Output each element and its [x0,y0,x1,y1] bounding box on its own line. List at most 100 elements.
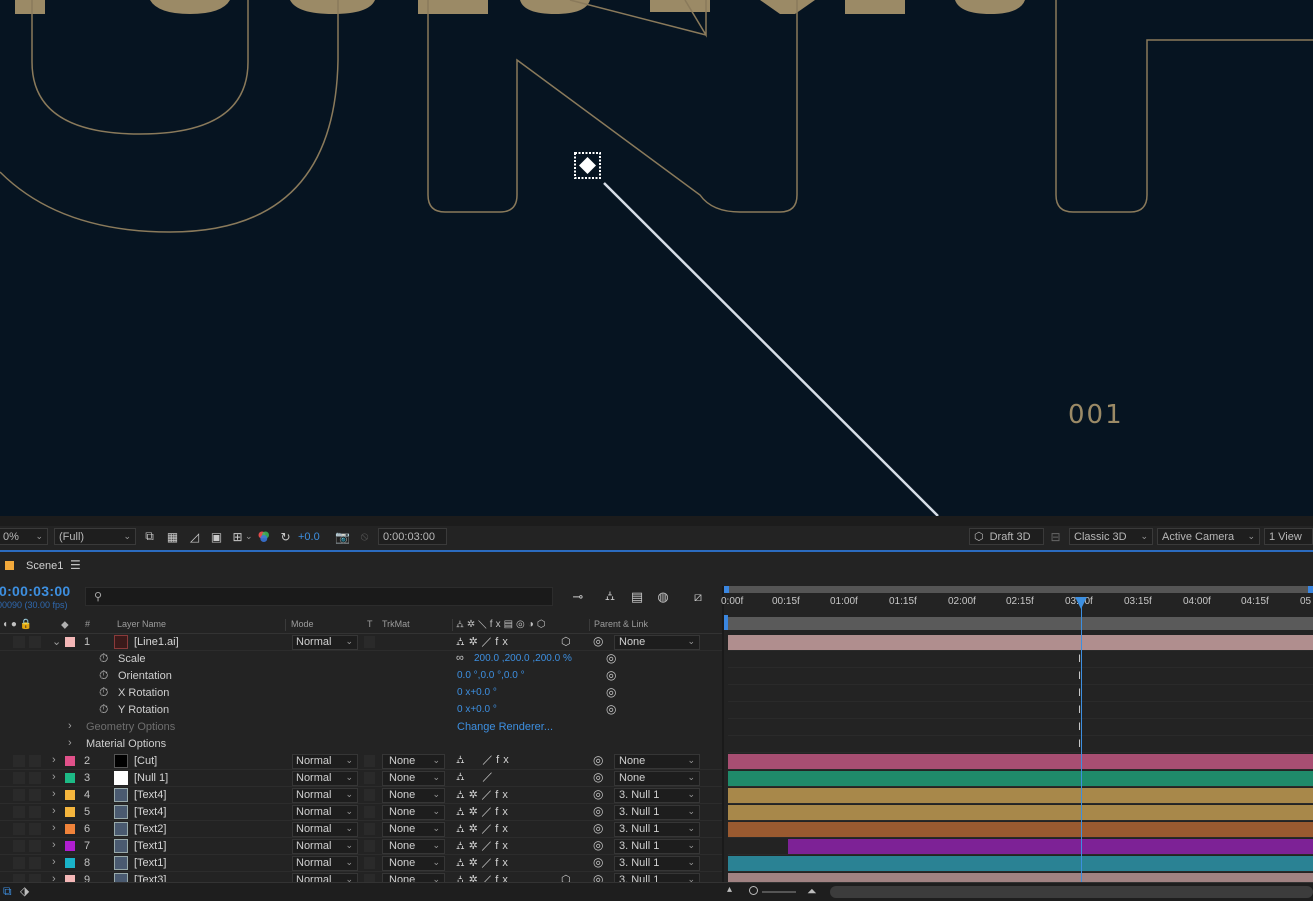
layer-row[interactable]: › 5 [Text4] Normal ⌄ None ⌄ ⛼✲⟋fx ◎ 3. Nul… [0,804,722,821]
trkmat-dropdown[interactable]: None ⌄ [382,873,445,882]
label-color[interactable] [65,841,75,851]
pick-whip-icon[interactable]: ◎ [606,702,616,716]
parent-dropdown[interactable]: None ⌄ [614,771,700,786]
property-value[interactable]: 0 x+0.0 ° [457,704,497,715]
frame-blending-icon[interactable]: ▤ [627,588,647,606]
zoom-in-icon[interactable]: ⏶ [807,884,817,899]
pick-whip-icon[interactable]: ◎ [593,838,603,852]
preserve-transparency-switch[interactable] [364,857,375,869]
chevron-right-icon[interactable]: › [68,737,72,749]
lock-switch[interactable] [29,857,41,869]
label-color[interactable] [65,637,75,647]
layer-search-input[interactable]: ⚲ [85,587,553,606]
layer-duration-bar[interactable] [728,822,1313,837]
parent-dropdown[interactable]: 3. Null 1 ⌄ [614,839,700,854]
layer-name[interactable]: [Line1.ai] [134,636,179,648]
property-value[interactable]: 0.0 °,0.0 °,0.0 ° [457,670,525,681]
time-navigator[interactable] [724,586,1313,593]
layer-switches[interactable]: ⛼✲⟋fx [456,856,512,871]
parent-dropdown[interactable]: 3. Null 1 ⌄ [614,873,700,882]
navigator-start-handle[interactable] [724,586,729,593]
layer-name[interactable]: [Text1] [134,857,166,869]
layer-row[interactable]: › 8 [Text1] Normal ⌄ None ⌄ ⛼✲⟋fx ◎ 3. Nul… [0,855,722,872]
chevron-down-icon[interactable]: ⌄ [245,528,253,545]
pick-whip-icon[interactable]: ◎ [593,753,603,767]
layer-name[interactable]: [Cut] [134,755,157,767]
property-row-orientation[interactable]: ⏱ Orientation 0.0 °,0.0 °,0.0 ° ◎ [0,668,722,685]
trkmat-dropdown[interactable]: None ⌄ [382,754,445,769]
3d-layer-icon[interactable]: ⬡ [561,635,571,648]
layer-switches[interactable]: ⛼ ⟋ [456,771,496,785]
current-time-display[interactable]: 0:00:03:00 [0,583,71,599]
pick-whip-icon[interactable]: ◎ [593,787,603,801]
trkmat-dropdown[interactable]: None ⌄ [382,856,445,871]
layer-duration-bar[interactable] [728,754,1313,769]
property-value[interactable]: 0 x+0.0 ° [457,687,497,698]
layer-row[interactable]: › 6 [Text2] Normal ⌄ None ⌄ ⛼✲⟋fx ◎ 3. Nul… [0,821,722,838]
pick-whip-icon[interactable]: ◎ [593,821,603,835]
trkmat-dropdown[interactable]: None ⌄ [382,839,445,854]
label-tag-icon[interactable]: ⬥ [61,619,69,632]
trkmat-dropdown[interactable]: None ⌄ [382,805,445,820]
layer-row[interactable]: ⌄ 1 [Line1.ai] Normal ⌄ ⛼✲⟋fx ⬡ ◎ None ⌄ [0,634,722,651]
pick-whip-icon[interactable]: ◎ [606,651,616,665]
blend-mode-dropdown[interactable]: Normal ⌄ [292,635,358,650]
layer-name[interactable]: [Text4] [134,789,166,801]
layer-switches[interactable]: ⛼ ⟋fx [456,754,513,768]
solo-switch[interactable] [13,636,25,648]
solo-switch[interactable] [13,823,25,835]
blend-mode-dropdown[interactable]: Normal ⌄ [292,822,358,837]
preserve-transparency-switch[interactable] [364,823,375,835]
chevron-right-icon[interactable]: › [68,720,72,732]
layer-row[interactable]: › 9 [Text3] Normal ⌄ None ⌄ ⛼✲⟋fx ⬡ ◎ 3. N… [0,872,722,882]
3d-layer-icon[interactable]: ⬡ [561,873,571,882]
blend-mode-dropdown[interactable]: Normal ⌄ [292,856,358,871]
stopwatch-icon[interactable]: ⏱ [99,651,108,666]
pick-whip-icon[interactable]: ◎ [593,770,603,784]
chevron-right-icon[interactable]: › [52,856,56,868]
timeline-scrollbar[interactable] [830,886,1313,898]
blend-mode-dropdown[interactable]: Normal ⌄ [292,771,358,786]
pick-whip-icon[interactable]: ◎ [593,804,603,818]
preserve-transparency-switch[interactable] [364,806,375,818]
lock-switch[interactable] [29,840,41,852]
trkmat-dropdown[interactable]: None ⌄ [382,771,445,786]
layer-duration-bar[interactable] [728,805,1313,820]
stopwatch-icon[interactable]: ⏱ [99,702,108,717]
lock-switch[interactable] [29,789,41,801]
pick-whip-icon[interactable]: ◎ [593,634,603,648]
panel-menu-icon[interactable]: ☰ [70,558,81,572]
lock-switch[interactable] [29,772,41,784]
composition-viewer[interactable]: 001 [0,0,1313,516]
layer-row[interactable]: › 7 [Text1] Normal ⌄ None ⌄ ⛼✲⟋fx ◎ 3. Nul… [0,838,722,855]
reset-exposure-icon[interactable]: ↻ [277,528,294,545]
pick-whip-icon[interactable]: ◎ [593,855,603,869]
current-time-indicator-head[interactable] [1075,597,1087,609]
pick-whip-icon[interactable]: ◎ [593,872,603,882]
label-color[interactable] [65,807,75,817]
preserve-transparency-switch[interactable] [364,874,375,882]
blend-mode-dropdown[interactable]: Normal ⌄ [292,873,358,882]
graph-editor-icon[interactable]: ⧄ [688,588,708,606]
solo-switch[interactable] [13,874,25,882]
toggle-modes-icon[interactable]: ⬗ [20,884,29,898]
snapshot-icon[interactable]: 📷 [334,528,351,545]
layer-switches[interactable]: ⛼✲⟋fx [456,839,512,854]
property-row-y-rotation[interactable]: ⏱ Y Rotation 0 x+0.0 ° ◎ [0,702,722,719]
layer-duration-bar[interactable] [788,839,1313,854]
trkmat-dropdown[interactable]: None ⌄ [382,822,445,837]
chevron-right-icon[interactable]: › [52,771,56,783]
blend-mode-dropdown[interactable]: Normal ⌄ [292,788,358,803]
layer-duration-bar[interactable] [728,873,1313,882]
layer-duration-bar[interactable] [728,856,1313,871]
solo-switch[interactable] [13,857,25,869]
exposure-value[interactable]: +0.0 [298,528,320,545]
label-color[interactable] [65,824,75,834]
lock-switch[interactable] [29,823,41,835]
layer-switches[interactable]: ⛼✲⟋fx [456,788,512,803]
time-ruler[interactable]: 0:00f 00:15f 01:00f 01:15f 02:00f 02:15f… [721,586,1313,616]
layer-switches[interactable]: ⛼✲⟋fx [456,805,512,820]
label-color[interactable] [65,756,75,766]
parent-dropdown[interactable]: 3. Null 1 ⌄ [614,822,700,837]
show-snapshot-icon[interactable]: ⦸ [356,528,373,545]
